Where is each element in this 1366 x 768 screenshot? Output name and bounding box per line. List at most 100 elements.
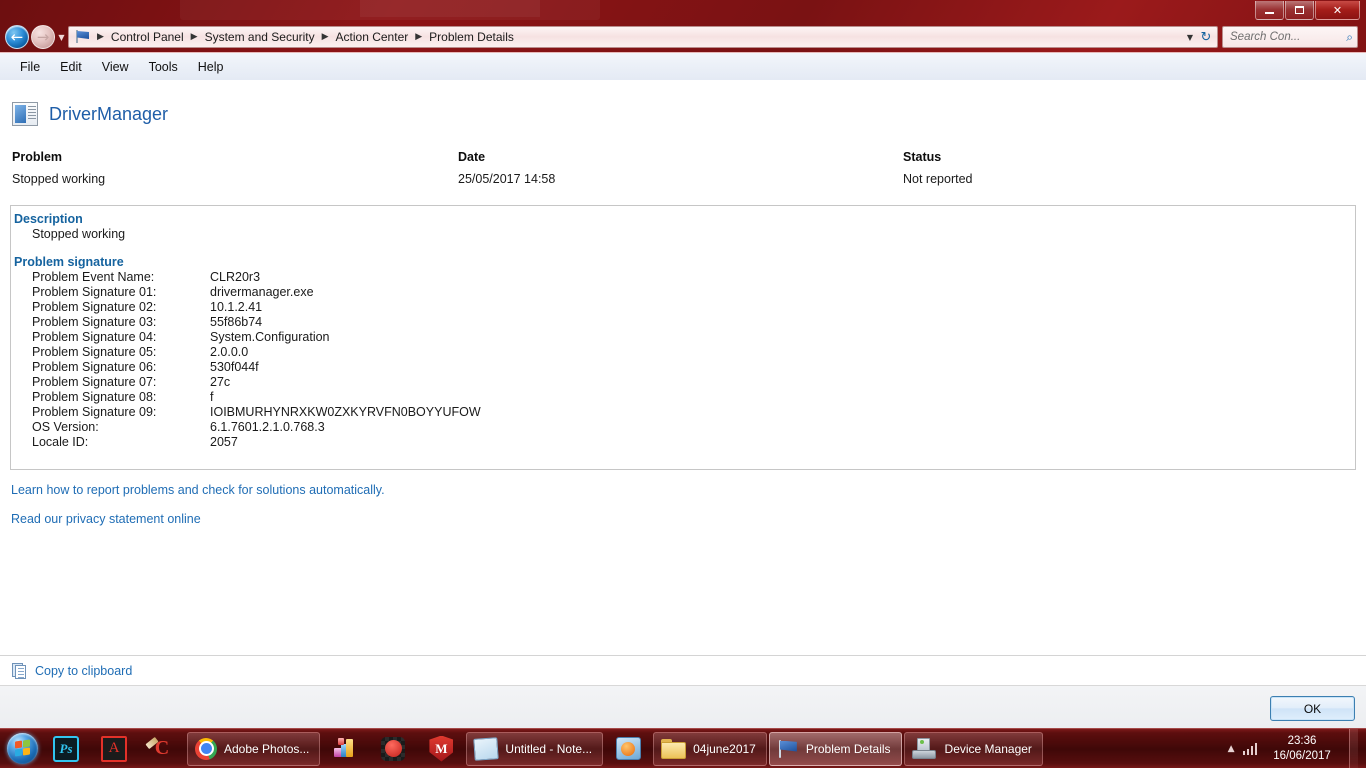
signature-value: 6.1.7601.2.1.0.768.3 (210, 420, 325, 434)
signature-key: Problem Signature 01: (32, 285, 157, 299)
copy-icon (12, 662, 26, 679)
media-player-icon (615, 737, 641, 760)
signature-value: 2057 (210, 435, 238, 449)
breadcrumb-separator-1: ▶ (190, 32, 198, 42)
acrobat-reader-icon: A (101, 735, 127, 762)
table-row: Problem Signature 04: System.Configurati… (14, 330, 1355, 345)
link-privacy-statement[interactable]: Read our privacy statement online (11, 512, 385, 526)
menu-item-file[interactable]: File (10, 57, 50, 77)
menu-item-edit[interactable]: Edit (50, 57, 92, 77)
recorder-icon (381, 736, 406, 761)
signature-value: 10.1.2.41 (210, 300, 263, 314)
search-placeholder: Search Con... (1230, 31, 1301, 43)
search-box[interactable]: Search Con... ⌕ (1222, 26, 1358, 48)
signature-value: IOIBMURHYNRXKW0ZXKYRVFN0BOYYUFOW (210, 405, 481, 419)
breadcrumb-item-action-center[interactable]: Action Center (333, 29, 412, 45)
restore-icon (1295, 6, 1304, 14)
address-dropdown-button[interactable]: ▼ (1183, 33, 1197, 42)
download-manager-icon (332, 736, 358, 762)
breadcrumb: ▶ Control Panel ▶ System and Security ▶ … (93, 29, 1183, 45)
taskbar-item-mcafee[interactable]: M (417, 731, 465, 767)
taskbar: Ps A C Adobe Photos... M Untitled - Note… (0, 728, 1366, 768)
signature-key: Problem Signature 04: (32, 330, 157, 344)
copy-to-clipboard-bar: Copy to clipboard (0, 655, 1366, 685)
breadcrumb-item-system-and-security[interactable]: System and Security (202, 29, 318, 45)
signature-key: Problem Signature 08: (32, 390, 157, 404)
breadcrumb-separator-0: ▶ (97, 32, 104, 42)
refresh-icon[interactable]: ↻ (1197, 30, 1215, 45)
link-learn-how-to-report-problems[interactable]: Learn how to report problems and check f… (11, 483, 385, 497)
action-center-flag-icon (75, 30, 91, 44)
taskbar-window-label: Device Manager (944, 741, 1032, 756)
address-bar[interactable]: ▶ Control Panel ▶ System and Security ▶ … (68, 26, 1218, 48)
application-icon (12, 102, 38, 126)
system-tray: ▲ 23:36 16/06/2017 (1228, 728, 1366, 768)
menu-item-help[interactable]: Help (188, 57, 234, 77)
signature-value: 27c (210, 375, 231, 389)
breadcrumb-item-control-panel[interactable]: Control Panel (108, 29, 187, 45)
taskbar-item-recorder[interactable] (369, 731, 417, 767)
network-signal-icon[interactable] (1242, 742, 1257, 755)
forward-button[interactable]: → (31, 25, 55, 49)
maximize-restore-button[interactable] (1285, 1, 1314, 20)
start-button[interactable] (2, 730, 42, 768)
breadcrumb-separator-2: ▶ (321, 32, 329, 42)
menu-item-tools[interactable]: Tools (139, 57, 188, 77)
minimize-icon (1265, 11, 1274, 14)
taskbar-window-device-manager[interactable]: Device Manager (903, 731, 1043, 766)
clock-date: 16/06/2017 (1273, 749, 1331, 762)
clock[interactable]: 23:36 16/06/2017 (1265, 734, 1339, 764)
ok-button[interactable]: OK (1270, 696, 1355, 721)
back-arrow-icon: ← (10, 28, 24, 46)
table-row: Problem Signature 02: 10.1.2.41 (14, 300, 1355, 315)
table-row: Problem Signature 03: 55f86b74 (14, 315, 1355, 330)
show-desktop-button[interactable] (1349, 728, 1358, 768)
mcafee-shield-icon: M (429, 735, 454, 762)
taskbar-window-label: Untitled - Note... (505, 741, 593, 756)
signature-key: Problem Signature 05: (32, 345, 157, 359)
taskbar-window-label: 04june2017 (693, 741, 756, 756)
signature-value: 2.0.0.0 (210, 345, 249, 359)
taskbar-item-acrobat-reader[interactable]: A (90, 731, 138, 767)
taskbar-window-chrome[interactable]: Adobe Photos... (187, 731, 321, 766)
problem-signature-heading: Problem signature (14, 255, 124, 269)
show-hidden-icons-button[interactable]: ▲ (1228, 744, 1235, 754)
column-header-date: Date (458, 150, 486, 164)
problem-signature-list: Problem Event Name: CLR20r3 Problem Sign… (14, 270, 1355, 450)
chrome-icon (195, 737, 217, 760)
taskbar-window-label: Problem Details (805, 741, 891, 756)
menu-item-view[interactable]: View (92, 57, 139, 77)
copy-to-clipboard-link[interactable]: Copy to clipboard (35, 664, 132, 678)
column-header-status: Status (903, 150, 942, 164)
page-title: DriverManager (49, 103, 169, 124)
taskbar-window-notepad[interactable]: Untitled - Note... (466, 731, 604, 766)
photoshop-icon: Ps (53, 735, 79, 762)
description-text: Stopped working (32, 227, 126, 241)
signature-value: System.Configuration (210, 330, 330, 344)
signature-key: Problem Signature 06: (32, 360, 157, 374)
notepad-icon (473, 736, 500, 761)
taskbar-window-explorer-folder[interactable]: 04june2017 (653, 731, 767, 766)
column-value-status: Not reported (903, 172, 973, 186)
taskbar-item-ccleaner[interactable]: C (138, 731, 186, 767)
table-row: Problem Event Name: CLR20r3 (14, 270, 1355, 285)
menu-bar: File Edit View Tools Help (0, 52, 1366, 80)
table-row: Problem Signature 06: 530f044f (14, 360, 1355, 375)
signature-value: f (210, 390, 214, 404)
taskbar-window-problem-details[interactable]: Problem Details (768, 731, 902, 766)
problem-details-box: Description Stopped working Problem sign… (10, 205, 1356, 470)
taskbar-item-photoshop[interactable]: Ps (42, 731, 90, 767)
taskbar-item-download-manager[interactable] (321, 731, 369, 767)
signature-key: Problem Signature 07: (32, 375, 157, 389)
breadcrumb-item-problem-details[interactable]: Problem Details (426, 29, 517, 45)
table-row: Problem Signature 05: 2.0.0.0 (14, 345, 1355, 360)
close-button[interactable]: ✕ (1315, 1, 1360, 20)
signature-value: 530f044f (210, 360, 259, 374)
signature-key: Problem Signature 02: (32, 300, 157, 314)
recent-pages-button[interactable]: ▼ (55, 33, 68, 42)
back-button[interactable]: ← (5, 25, 29, 49)
signature-key: Problem Event Name: (32, 270, 155, 284)
taskbar-item-media-player[interactable] (604, 731, 652, 767)
table-row: Locale ID: 2057 (14, 435, 1355, 450)
minimize-button[interactable] (1255, 1, 1284, 20)
